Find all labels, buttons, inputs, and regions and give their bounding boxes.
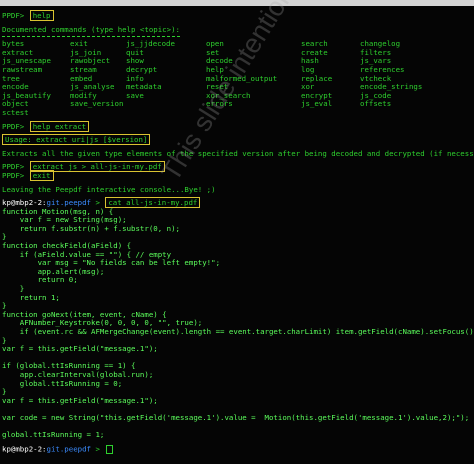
command-item: js_eval [301, 99, 333, 109]
ppdf-prompt: PPDF> [2, 11, 29, 20]
shell-repo: git.peepdf [46, 198, 92, 208]
command-item: errors [206, 99, 233, 109]
js-code-output: function Motion(msg, n) { var f = new St… [2, 207, 474, 440]
exit-command: exit [29, 169, 54, 181]
shell-user: kp@mbp2-2 [2, 198, 43, 208]
shell-user: kp@mbp2-2 [2, 444, 43, 454]
usage-line: Usage: extract uri|js [$version] [2, 134, 472, 146]
command-item: save [126, 90, 144, 100]
window-top-edge [0, 0, 474, 6]
help-command: help [29, 10, 54, 21]
terminal[interactable]: PPDF> help Documented commands (type hel… [2, 10, 474, 454]
leaving-message: Leaving the Peepdf interactive console..… [2, 184, 216, 194]
command-item [70, 109, 126, 118]
command-item [126, 100, 206, 109]
code-line: var f = this.getField("message.1"); [2, 395, 158, 405]
prompt-line-help-extract: PPDF> help extract [2, 120, 472, 132]
command-grid: bytes exit js_jjdecode open search changelog e… [2, 40, 472, 117]
doc-header: Documented commands (type help <topic>): [2, 24, 180, 34]
command-item: save_version [70, 99, 124, 109]
cat-command: cat all-js-in-my.pdf [105, 197, 201, 209]
prompt-line-extract: PPDF> extract js > all-js-in-my.pdf [2, 161, 472, 173]
code-line: if (event.rc && AFMergeChange(event).len… [2, 327, 474, 336]
code-line: var code = new String("this.getField('me… [2, 412, 470, 422]
usage-text: Usage: extract uri|js [$version] [2, 134, 151, 146]
code-line: var f = this.getField("message.1"); [2, 344, 158, 354]
code-line: global.ttIsRunning = 0; [2, 378, 123, 388]
code-line: return f.substr(n) + f.substr(0, n); [2, 223, 180, 233]
ppdf-prompt: PPDF> [2, 170, 29, 180]
command-item: offsets [360, 99, 392, 109]
ppdf-prompt: PPDF> [2, 121, 29, 131]
help-extract-command: help extract [29, 120, 90, 132]
command-item: open [206, 39, 224, 49]
terminal-cursor [106, 444, 114, 454]
shell-repo: git.peepdf [46, 444, 92, 454]
code-line: global.ttIsRunning = 1; [2, 430, 105, 440]
header-rule [2, 36, 180, 38]
prompt-line-help: PPDF> help [2, 10, 472, 21]
extract-description: Extracts all the given type elements of … [2, 148, 474, 158]
code-line: return 0; [2, 275, 78, 285]
command-item: sctest [2, 107, 29, 117]
code-line: } [2, 284, 25, 294]
shell-prompt-final[interactable]: kp@mbp2-2:git.peepdf > [2, 444, 472, 454]
prompt-line-exit: PPDF> exit [2, 169, 472, 181]
code-line: return 1; [2, 292, 60, 302]
